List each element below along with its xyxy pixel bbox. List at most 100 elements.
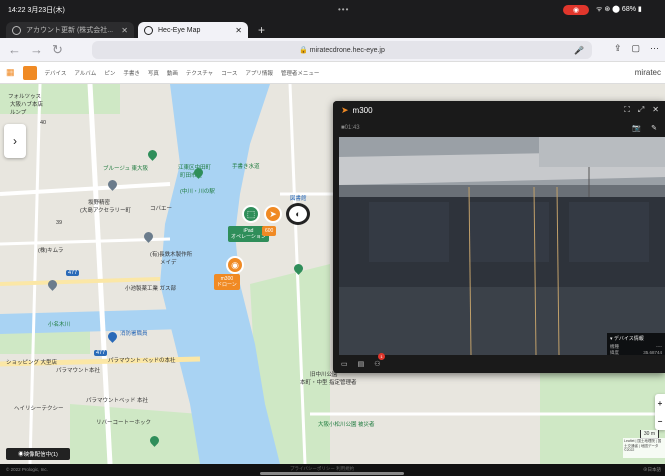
map-label: ヘイリシーテクシー [14, 406, 64, 412]
nav-admin-menu[interactable]: 管理者メニュー [281, 69, 320, 77]
video-elapsed: ■01:43 [341, 125, 360, 131]
nav-devices[interactable]: デバイス [45, 69, 67, 77]
map-label: リバーコートーホック [96, 420, 152, 426]
map-label: 手書き水道 [232, 164, 260, 170]
map-label: 大阪ハブ本店 [10, 102, 44, 108]
map-label: (中川・川の駅 [180, 189, 215, 195]
map-label: フォルツゥス [8, 94, 42, 100]
zoom-in-button[interactable]: + [658, 399, 663, 408]
map-label: 消防署職員 [120, 331, 148, 337]
hec-eye-logo[interactable] [22, 65, 37, 80]
map-label: (株)キムラ [38, 248, 64, 254]
camera-view-icon[interactable]: ◐ [286, 203, 310, 225]
video-panel-title: m300 [352, 105, 373, 115]
zoom-out-button[interactable]: − [658, 417, 663, 426]
video-feed[interactable] [339, 137, 665, 355]
map-attribution[interactable]: Leaflet | 国土地理院 | 国土交通省 | 地図データ ©2022 [623, 438, 665, 458]
video-frame [339, 137, 665, 355]
map-label: ルンプ [10, 110, 27, 116]
map-label: パラマウントベッド 本社 [86, 398, 149, 404]
bottom-bar: © 2022 Prologic, Inc. プライバシーポリシー 利用規約 ⊕日… [0, 464, 665, 476]
map-label: パラマウント本社 [56, 368, 101, 374]
more-icon[interactable]: ⋯ [650, 43, 659, 54]
video-panel: ➤ m300 ⛶ ⤢ ✕ ■01:43 📷 ✎ ▾ デバイス情報 機種 ----… [333, 101, 665, 373]
map-label: 図書館 [290, 196, 307, 202]
fullscreen-icon[interactable]: ⛶ [624, 105, 630, 115]
chat-icon[interactable]: ▤ [358, 360, 365, 368]
status-time: 14:22 [8, 6, 26, 14]
route-badge: 477 [66, 270, 80, 276]
multitask-dots[interactable]: ••• [338, 5, 349, 14]
browser-tabs: アカウント更新 (株式会社... ✕ Hec-Eye Map ✕ + [0, 20, 665, 38]
nav-album[interactable]: アルバム [74, 69, 96, 77]
home-indicator[interactable] [260, 472, 404, 475]
app-navbar: ▦ デバイス アルバム ピン 手書き 写真 動画 テクスチャ コース アプリ情報… [0, 62, 665, 84]
tab-account[interactable]: アカウント更新 (株式会社... ✕ [6, 22, 134, 38]
tab-favicon-icon [12, 25, 21, 35]
map-label: パラマウント ベッドの本社 [108, 358, 176, 364]
org-name: miratec [634, 68, 661, 77]
nav-texture[interactable]: テクスチャ [186, 69, 213, 77]
close-tab-icon[interactable]: ✕ [121, 26, 128, 35]
nav-handwriting[interactable]: 手書き [123, 69, 140, 77]
close-tab-icon[interactable]: ✕ [235, 26, 242, 35]
zoom-control: + − [655, 394, 665, 430]
forward-icon[interactable]: → [30, 42, 52, 57]
map-label: ブルージュ 東大阪 [103, 166, 149, 172]
share-icon[interactable]: ⇪ [614, 43, 622, 54]
nav-app-info[interactable]: アプリ情報 [245, 69, 273, 77]
notification-badge: 1 [378, 353, 385, 360]
map-label: 本町・中型 指定管理者 [300, 380, 357, 386]
reload-icon[interactable]: ↻ [52, 42, 74, 58]
draw-icon[interactable]: ✎ [651, 124, 657, 132]
language-selector[interactable]: ⊕日本語 [643, 467, 661, 473]
map-label: ショッピング 大型店 [6, 360, 58, 366]
browser-toolbar: ← → ↻ 🔒 miratecdrone.hec-eye.jp 🎤 ⇪ ▢ ⋯ [0, 38, 665, 62]
address-bar[interactable]: 🔒 miratecdrone.hec-eye.jp 🎤 [92, 41, 592, 59]
system-indicators: ᯤ ⊛ ⬤ 68% ▮ [596, 6, 642, 13]
nav-photo[interactable]: 写真 [148, 69, 159, 77]
popout-icon[interactable]: ⤢ [638, 105, 644, 115]
tab-label: Hec-Eye Map [158, 26, 201, 34]
map-label: メイデ [160, 260, 177, 266]
close-icon[interactable]: ✕ [652, 105, 659, 115]
video-panel-header: ➤ m300 [333, 101, 665, 119]
microphone-icon[interactable]: 🎤 [574, 46, 584, 55]
ipad-id-tag[interactable]: 600 [262, 226, 277, 236]
nav-pin[interactable]: ピン [104, 69, 115, 77]
new-tab-button[interactable]: + [258, 22, 265, 38]
nav-course[interactable]: コース [221, 69, 237, 77]
video-panel-footer: ▭ ▤ 1 ⚇ [333, 353, 665, 373]
m300-tag-sub: ドローン [217, 282, 237, 288]
map-label: 大阪小松川公園 被災者 [318, 422, 375, 428]
drone-arrow-icon: ➤ [341, 104, 349, 115]
route-badge: 477 [94, 350, 108, 356]
m300-marker-icon[interactable]: ◉ [226, 256, 244, 274]
map-label: 小名木川 [48, 322, 71, 328]
map-label: (有)長鉄木製作所 [150, 252, 193, 258]
lock-icon: 🔒 [299, 47, 310, 54]
people-icon[interactable]: ⚇ [374, 360, 380, 368]
back-icon[interactable]: ← [8, 42, 30, 57]
layout-icon[interactable]: ▭ [341, 360, 348, 368]
snapshot-icon[interactable]: 📷 [632, 124, 641, 132]
tab-label: アカウント更新 (株式会社... [26, 27, 114, 34]
map-label: 坂野精密 [88, 200, 111, 206]
ipad-tag-sub: オペレーション [231, 234, 266, 240]
status-date: 3月23日(木) [27, 7, 65, 14]
copyright: © 2022 Prologic, Inc. [6, 467, 48, 472]
map-label: コバエー [150, 206, 173, 212]
url-text: miratecdrone.hec-eye.jp [309, 46, 385, 54]
nav-video[interactable]: 動画 [167, 69, 178, 77]
grid-menu-icon[interactable]: ▦ [6, 67, 15, 78]
m300-tag[interactable]: m300 ドローン [214, 274, 240, 290]
drone-direction-icon[interactable]: ➤ [264, 205, 282, 223]
device-marker-icon[interactable]: ⬚ [242, 205, 260, 223]
sidebar-toggle-button[interactable]: › [4, 124, 26, 158]
map-label: (大島アクセラリー町 [80, 208, 132, 214]
streaming-status[interactable]: ◉映像配信中(1) [6, 448, 70, 460]
status-bar: 14:22 3月23日(木) ••• ◉ ᯤ ⊛ ⬤ 68% ▮ [0, 0, 665, 20]
tabs-overview-icon[interactable]: ▢ [631, 43, 640, 54]
map-label: 39 [56, 220, 63, 226]
tab-hec-eye[interactable]: Hec-Eye Map ✕ [138, 22, 248, 38]
